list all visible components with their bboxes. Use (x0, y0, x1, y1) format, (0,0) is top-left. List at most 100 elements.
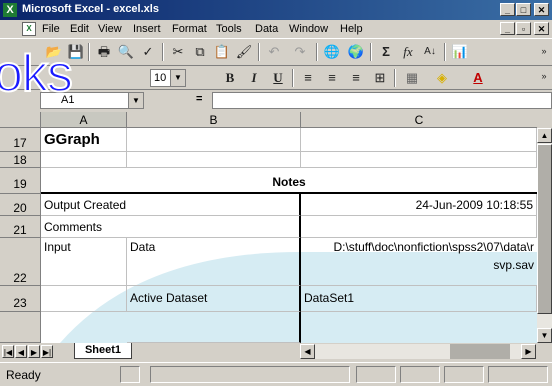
autosum-icon[interactable]: Σ (376, 42, 396, 62)
table-cell[interactable]: Input (41, 238, 127, 286)
menu-format[interactable]: Format (172, 23, 207, 35)
cut-icon[interactable]: ✂ (168, 42, 188, 62)
row-header[interactable]: 21 (0, 216, 41, 238)
align-center-icon[interactable]: ≡ (322, 68, 342, 88)
menu-tools[interactable]: Tools (216, 23, 242, 35)
chart-wizard-icon[interactable]: 📊 (450, 42, 470, 62)
font-size-select[interactable]: 10 ▼ (150, 69, 186, 87)
table-cell[interactable]: Data (127, 238, 301, 286)
scroll-right-icon[interactable]: ▶ (521, 344, 536, 359)
copy-icon[interactable]: ⧉ (190, 42, 210, 62)
paste-icon[interactable]: 📋 (212, 42, 232, 62)
doc-restore-button[interactable]: ▫ (516, 22, 531, 35)
scroll-thumb[interactable] (450, 344, 510, 359)
doc-close-button[interactable]: ✕ (534, 22, 549, 35)
borders-icon[interactable]: ▦ (402, 68, 422, 88)
menu-window[interactable]: Window (289, 23, 328, 35)
formula-equals-icon[interactable]: = (196, 93, 202, 105)
row-header[interactable]: 19 (0, 168, 41, 194)
row-header[interactable]: 22 (0, 238, 41, 286)
merge-center-icon[interactable]: ⊞ (370, 68, 390, 88)
row-header[interactable]: 20 (0, 194, 41, 216)
menu-insert[interactable]: Insert (133, 23, 161, 35)
table-cell[interactable]: GGraph (41, 128, 127, 152)
fill-color-icon[interactable]: ◈ (432, 68, 452, 88)
menu-data[interactable]: Data (255, 23, 278, 35)
chevron-down-icon[interactable]: ▼ (170, 70, 185, 86)
table-cell[interactable]: D:\stuff\doc\nonfiction\spss2\07\data\r … (301, 238, 537, 286)
table-cell[interactable] (127, 216, 301, 238)
sheet-tab-sheet1[interactable]: Sheet1 (74, 343, 132, 359)
table-cell[interactable] (127, 194, 301, 216)
minimize-button[interactable]: _ (500, 3, 515, 16)
formula-input[interactable] (212, 92, 552, 109)
table-cell[interactable] (127, 312, 301, 343)
toolbar-separator (394, 69, 396, 87)
next-sheet-icon[interactable]: ▶ (28, 345, 40, 358)
scroll-left-icon[interactable]: ◀ (300, 344, 315, 359)
toolbar-separator (370, 43, 372, 61)
spelling-icon[interactable]: ✓ (138, 42, 158, 62)
scroll-thumb[interactable] (537, 144, 552, 314)
chevron-down-icon[interactable]: ▼ (128, 93, 143, 108)
doc-minimize-button[interactable]: _ (500, 22, 515, 35)
table-cell[interactable] (41, 286, 127, 312)
column-header-a[interactable]: A (41, 112, 127, 128)
column-header-b[interactable]: B (127, 112, 301, 128)
data-path-line2: svp.sav (493, 258, 534, 272)
bold-icon[interactable]: B (220, 68, 240, 88)
table-cell[interactable]: 24-Jun-2009 10:18:55 (301, 194, 537, 216)
scroll-up-icon[interactable]: ▲ (537, 128, 552, 143)
menu-help[interactable]: Help (340, 23, 363, 35)
web-toolbar-icon[interactable]: 🌍 (346, 42, 366, 62)
table-cell[interactable] (301, 152, 537, 168)
hyperlink-icon[interactable]: 🌐 (322, 42, 342, 62)
undo-icon[interactable]: ↶ (264, 42, 284, 62)
status-panel (400, 366, 440, 383)
format-painter-icon[interactable]: 🖌 (234, 42, 254, 62)
underline-icon[interactable]: U (268, 68, 288, 88)
column-header-c[interactable]: C (301, 112, 537, 128)
font-color-icon[interactable]: A (468, 68, 488, 88)
print-preview-icon[interactable]: 🔍 (116, 42, 136, 62)
scroll-down-icon[interactable]: ▼ (537, 328, 552, 343)
table-cell[interactable]: Active Dataset (127, 286, 301, 312)
print-icon[interactable]: 🖶 (94, 42, 114, 62)
last-sheet-icon[interactable]: ▶| (41, 345, 53, 358)
select-all-corner[interactable] (0, 112, 41, 128)
italic-icon[interactable]: I (244, 68, 264, 88)
close-button[interactable]: ✕ (534, 3, 549, 16)
maximize-button[interactable]: □ (516, 3, 531, 16)
align-right-icon[interactable]: ≡ (346, 68, 366, 88)
row-header[interactable]: 18 (0, 152, 41, 168)
menu-file[interactable]: File (42, 23, 60, 35)
align-left-icon[interactable]: ≡ (298, 68, 318, 88)
document-icon[interactable]: X (22, 22, 36, 36)
table-cell[interactable]: Comments (41, 216, 127, 238)
menu-view[interactable]: View (98, 23, 122, 35)
table-cell[interactable]: DataSet1 (301, 286, 537, 312)
redo-icon[interactable]: ↷ (290, 42, 310, 62)
prev-sheet-icon[interactable]: ◀ (15, 345, 27, 358)
row-header[interactable] (0, 312, 41, 343)
sort-ascending-icon[interactable]: A↓ (420, 42, 440, 62)
vertical-scrollbar[interactable]: ▲ ▼ (537, 128, 552, 343)
menu-edit[interactable]: Edit (70, 23, 89, 35)
toolbar-overflow-icon[interactable]: » (534, 41, 552, 61)
toolbar-overflow-icon[interactable]: » (534, 66, 552, 86)
status-panel (444, 366, 484, 383)
row-header[interactable]: 23 (0, 286, 41, 312)
table-cell[interactable] (127, 128, 301, 152)
table-cell[interactable] (127, 152, 301, 168)
first-sheet-icon[interactable]: |◀ (2, 345, 14, 358)
status-panel (150, 366, 350, 383)
horizontal-scrollbar[interactable]: ◀ ▶ (300, 344, 536, 359)
function-icon[interactable]: fx (398, 42, 418, 62)
excel-icon[interactable]: X (3, 3, 17, 17)
status-panel (356, 366, 396, 383)
table-cell[interactable] (301, 216, 537, 238)
row-header[interactable]: 17 (0, 128, 41, 152)
table-cell[interactable]: Output Created (41, 194, 127, 216)
table-cell[interactable] (301, 128, 537, 152)
table-cell[interactable] (41, 152, 127, 168)
